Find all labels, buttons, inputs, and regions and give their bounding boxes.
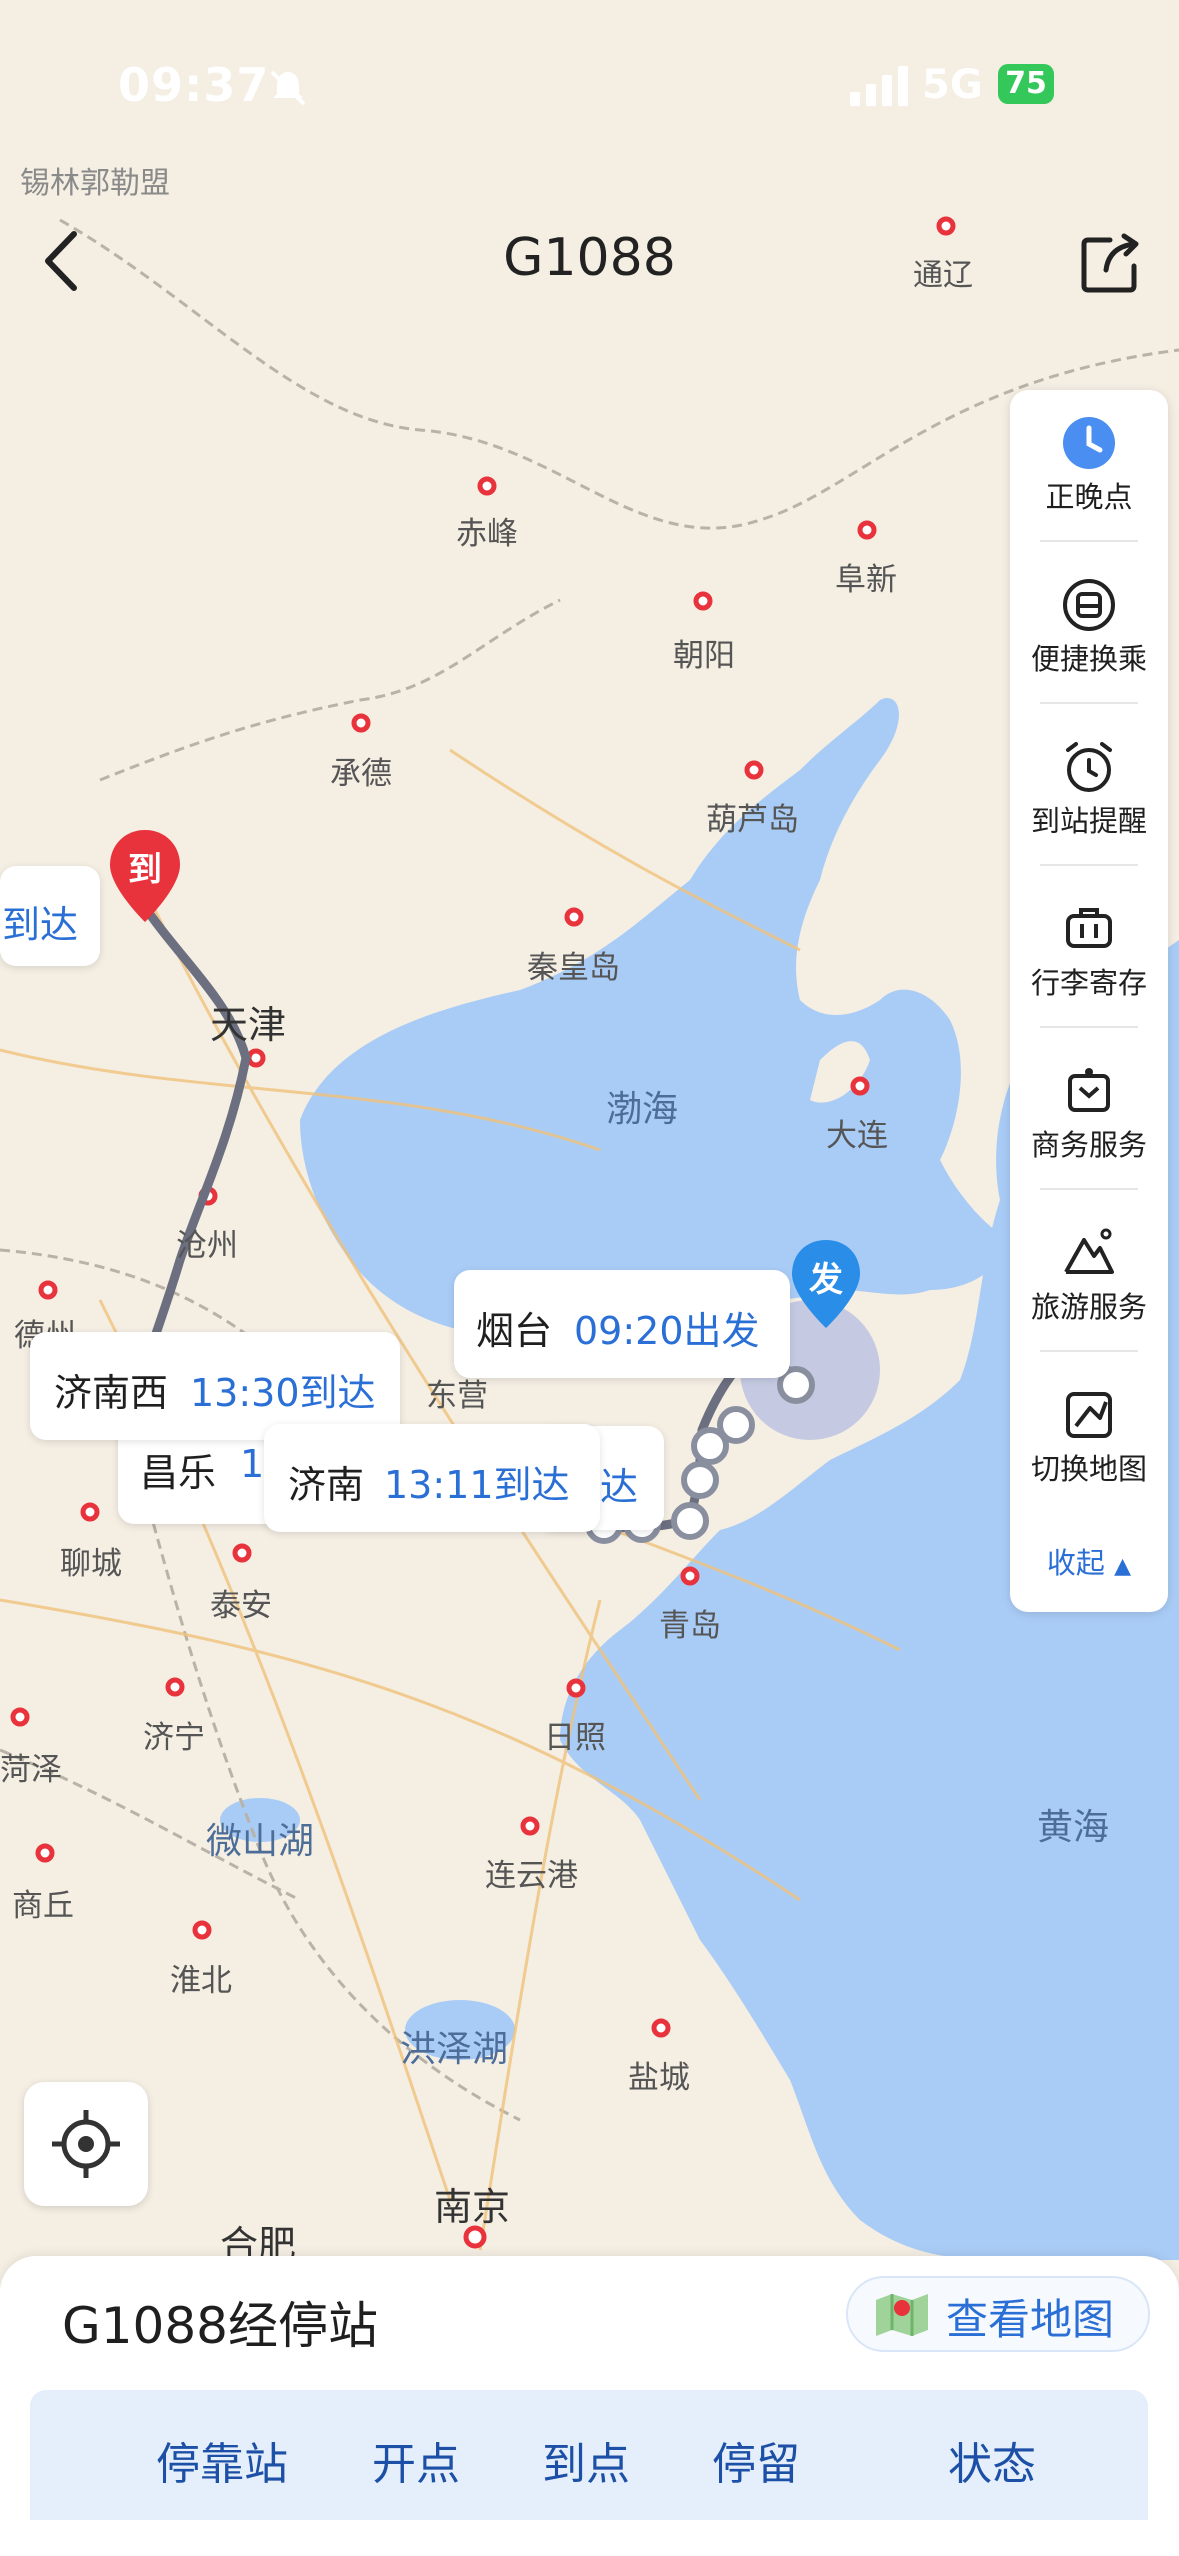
map-label: 秦皇岛 <box>527 950 620 986</box>
signal-icon <box>850 66 908 106</box>
column-departure: 开点 <box>372 2439 460 2490</box>
collapse-button[interactable]: 收起 ▲ <box>1010 1540 1168 1582</box>
bell-muted-icon <box>270 70 306 106</box>
station-callout-yantai[interactable]: 烟台 09:20出发 <box>454 1270 790 1378</box>
map-label: 葫芦岛 <box>706 802 799 838</box>
luggage-icon <box>1066 908 1112 948</box>
tool-delay-status[interactable]: 正晚点 <box>1010 390 1168 538</box>
map-label: 朝阳 <box>673 638 735 674</box>
map-label: 大连 <box>826 1118 888 1154</box>
map-label: 盐城 <box>628 2060 690 2096</box>
page-title: G1088 <box>503 228 676 288</box>
station-callout-beijing[interactable]: 到达 <box>0 866 100 966</box>
mountain-icon <box>1064 1228 1114 1274</box>
column-stay: 停留 <box>712 2439 800 2490</box>
map-label: 淮北 <box>170 1963 232 1999</box>
map-label: 日照 <box>544 1720 606 1756</box>
map-label: 南京 <box>434 2185 511 2229</box>
map-label: 承德 <box>330 756 392 792</box>
station-callout-jinan[interactable]: 济南 13:11到达 <box>264 1424 600 1532</box>
map-label: 济宁 <box>143 1720 205 1756</box>
column-station: 停靠站 <box>156 2439 288 2490</box>
map-label: 微山湖 <box>206 1821 315 1862</box>
side-tool-panel: 正晚点 便捷换乘 到站提醒 行李寄存 商务服务 旅游服务 切换地图 收起 ▲ <box>1010 390 1168 1612</box>
map-label: 青岛 <box>659 1608 721 1644</box>
map-label: 连云港 <box>485 1858 578 1894</box>
tool-switch-map[interactable]: 切换地图 <box>1010 1362 1168 1510</box>
map-label: 天津 <box>210 1003 287 1047</box>
tool-arrival-reminder[interactable]: 到站提醒 <box>1010 714 1168 862</box>
network-type: 5G <box>922 62 983 108</box>
map-label: 菏泽 <box>0 1752 62 1788</box>
clock-icon <box>1063 417 1115 469</box>
triangle-up-icon: ▲ <box>1114 1554 1132 1579</box>
tool-luggage[interactable]: 行李寄存 <box>1010 876 1168 1024</box>
map-label: 渤海 <box>606 1089 679 1130</box>
map-icon <box>876 2294 928 2336</box>
transfer-icon <box>1063 579 1115 631</box>
map-label: 锡林郭勒盟 <box>20 166 170 201</box>
business-icon <box>1068 1068 1110 1112</box>
battery-indicator: 75 <box>998 64 1054 104</box>
locate-button[interactable] <box>24 2082 148 2206</box>
tool-business[interactable]: 商务服务 <box>1010 1038 1168 1186</box>
tool-transfer[interactable]: 便捷换乘 <box>1010 552 1168 700</box>
status-time: 09:37 <box>118 58 270 112</box>
map-label: 洪泽湖 <box>400 2029 509 2070</box>
arrival-marker-label: 到 <box>128 850 162 890</box>
share-icon[interactable] <box>1080 232 1140 294</box>
sheet-title: G1088经停站 <box>62 2297 378 2355</box>
crosshair-icon <box>52 2110 120 2178</box>
stops-sheet: G1088经停站 查看地图 停靠站 开点 到点 停留 状态 <box>0 2256 1179 2556</box>
map-label: 赤峰 <box>456 516 518 552</box>
view-map-button[interactable]: 查看地图 <box>846 2276 1150 2352</box>
tool-tourism[interactable]: 旅游服务 <box>1010 1200 1168 1348</box>
map-label: 沧州 <box>176 1228 238 1264</box>
map-label: 阜新 <box>835 562 897 598</box>
map-label: 黄海 <box>1037 1807 1110 1848</box>
map-label: 商丘 <box>12 1888 74 1924</box>
column-status: 状态 <box>948 2439 1036 2490</box>
stops-table-header: 停靠站 开点 到点 停留 状态 <box>30 2390 1148 2520</box>
map-switch-icon <box>1066 1392 1112 1438</box>
departure-marker-label: 发 <box>809 1260 843 1300</box>
alarm-icon <box>1066 742 1112 792</box>
map-label: 泰安 <box>210 1588 272 1624</box>
column-arrival: 到点 <box>542 2439 630 2490</box>
map-label: 聊城 <box>60 1546 122 1582</box>
